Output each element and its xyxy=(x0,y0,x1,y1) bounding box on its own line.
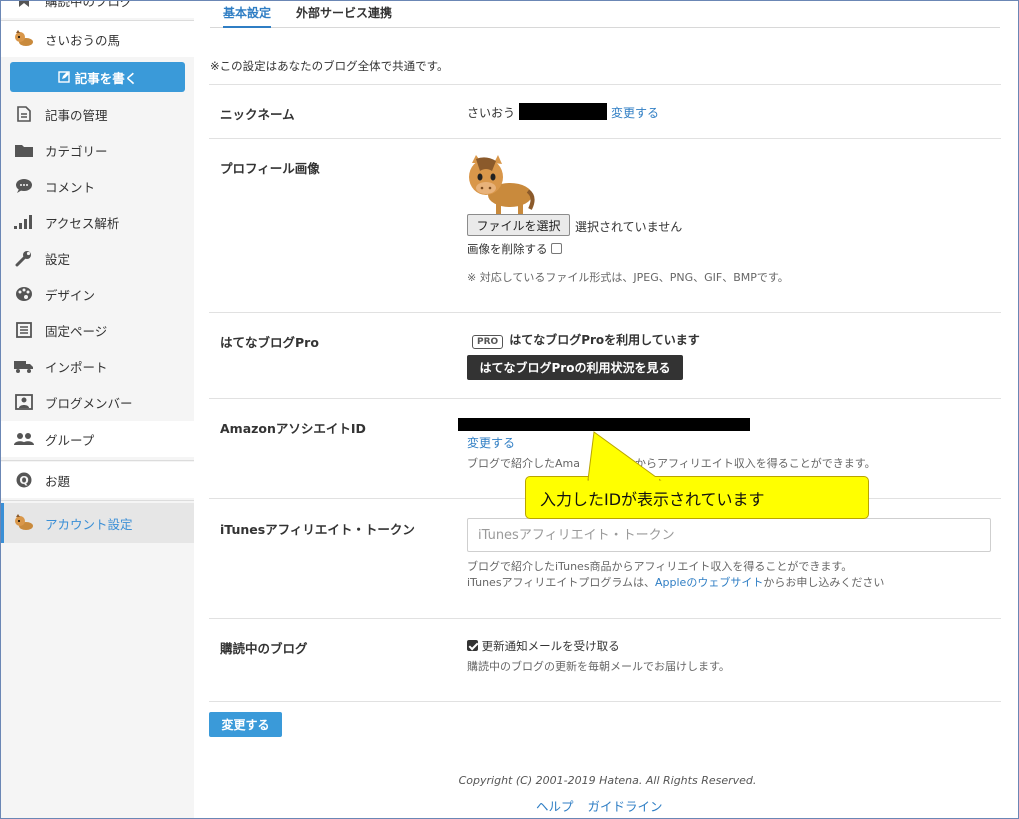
callout-pointer-mask xyxy=(589,477,659,481)
